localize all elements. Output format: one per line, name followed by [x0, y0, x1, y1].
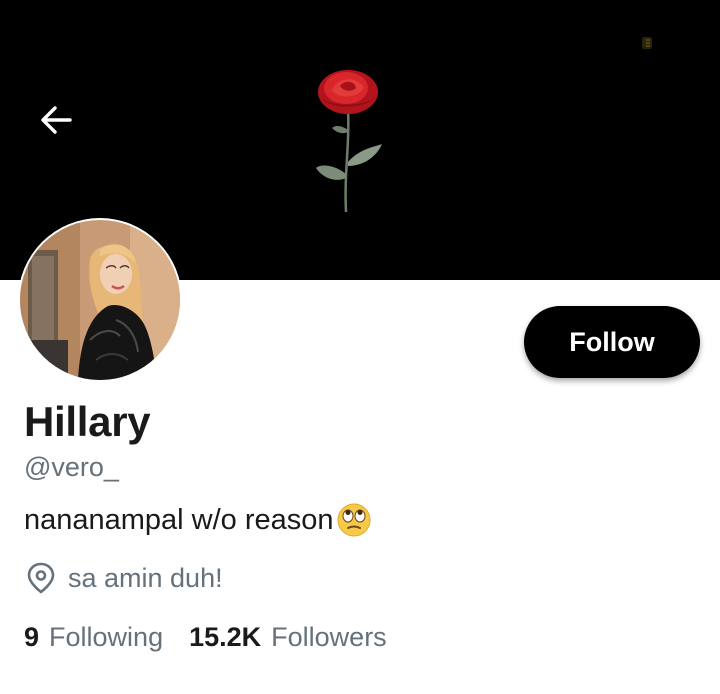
bio-text: nananampal w/o reason	[24, 503, 334, 536]
avatar-photo	[20, 220, 180, 380]
location-text: sa amin duh!	[68, 562, 223, 593]
user-handle: @vero_	[24, 452, 119, 482]
location-pin-icon	[27, 562, 55, 594]
rose-image	[316, 70, 382, 213]
display-name: Hillary	[24, 398, 151, 445]
followers-link[interactable]: 15.2K Followers	[189, 622, 387, 653]
followers-count: 15.2K	[189, 622, 262, 652]
follow-button[interactable]: Follow	[524, 306, 700, 378]
avatar[interactable]	[18, 218, 182, 382]
arrow-left-icon	[41, 106, 72, 134]
following-count: 9	[24, 622, 40, 652]
profile-location: sa amin duh!	[26, 562, 223, 594]
follow-stats: 9 Following 15.2K Followers	[24, 622, 387, 653]
back-button[interactable]	[32, 98, 80, 142]
followers-label: Followers	[271, 622, 387, 652]
corner-mark-icon	[642, 37, 652, 49]
following-label: Following	[49, 622, 164, 652]
face-with-rolling-eyes-emoji	[337, 503, 371, 537]
profile-bio: nananampal w/o reason	[24, 502, 372, 538]
following-link[interactable]: 9 Following	[24, 622, 163, 653]
